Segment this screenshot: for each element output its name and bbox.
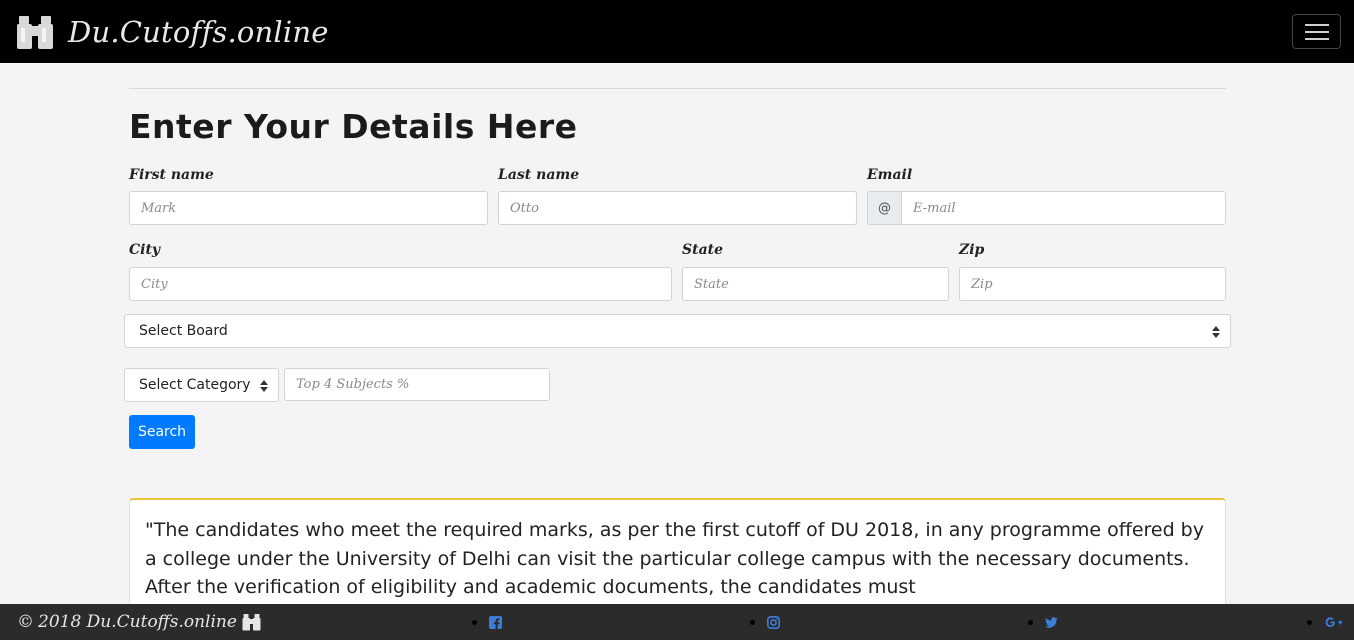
binoculars-icon xyxy=(242,614,261,631)
last-name-label: Last name xyxy=(498,167,580,183)
last-name-input[interactable] xyxy=(498,191,857,225)
zip-input[interactable] xyxy=(959,267,1226,301)
page-title: Enter Your Details Here xyxy=(129,107,578,146)
select-caret-icon xyxy=(1212,326,1220,338)
email-label: Email xyxy=(867,167,913,183)
twitter-icon xyxy=(1045,617,1058,628)
board-select[interactable]: Select Board xyxy=(124,314,1231,348)
copyright: © 2018 Du.Cutoffs.online xyxy=(17,612,261,632)
navbar: Du.Cutoffs.online xyxy=(0,0,1354,63)
navbar-toggle-button[interactable] xyxy=(1292,14,1341,49)
first-name-label: First name xyxy=(129,167,214,183)
city-label: City xyxy=(129,242,161,258)
brand-name: Du.Cutoffs.online xyxy=(68,14,329,49)
brand-link[interactable]: Du.Cutoffs.online xyxy=(16,14,329,50)
first-name-input[interactable] xyxy=(129,191,488,225)
social-twitter[interactable] xyxy=(1028,616,1058,629)
instagram-icon xyxy=(767,616,780,629)
notice-text: "The candidates who meet the required ma… xyxy=(145,519,1204,598)
social-instagram[interactable] xyxy=(750,616,780,629)
google-plus-icon xyxy=(1325,617,1343,627)
footer: © 2018 Du.Cutoffs.online xyxy=(0,604,1354,640)
copyright-text: 2018 Du.Cutoffs.online xyxy=(38,612,237,632)
facebook-icon xyxy=(489,616,502,629)
select-caret-icon xyxy=(260,380,268,392)
social-google-plus[interactable] xyxy=(1307,616,1344,629)
binoculars-icon xyxy=(17,15,53,49)
email-input[interactable] xyxy=(901,191,1226,225)
notice-card: "The candidates who meet the required ma… xyxy=(129,498,1226,618)
copyright-symbol: © xyxy=(17,612,34,632)
state-label: State xyxy=(682,242,724,258)
subjects-percent-input[interactable] xyxy=(284,368,550,401)
social-facebook[interactable] xyxy=(472,616,502,629)
zip-label: Zip xyxy=(959,242,985,258)
hamburger-icon xyxy=(1304,23,1329,26)
city-input[interactable] xyxy=(129,267,672,301)
email-prepend: @ xyxy=(867,191,902,225)
category-select[interactable]: Select Category xyxy=(124,368,279,402)
category-select-value: Select Category xyxy=(139,377,251,393)
divider xyxy=(129,88,1226,89)
board-select-value: Select Board xyxy=(139,323,228,339)
search-button[interactable]: Search xyxy=(129,415,195,449)
state-input[interactable] xyxy=(682,267,949,301)
